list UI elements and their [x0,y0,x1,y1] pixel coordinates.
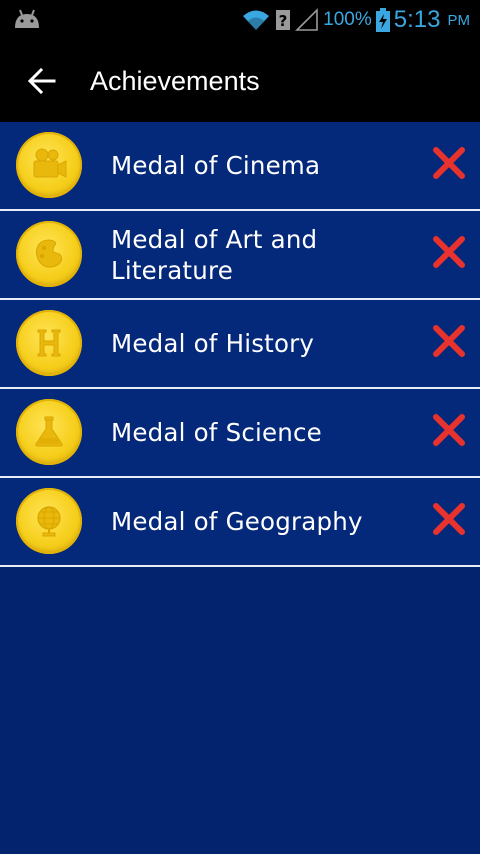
clock-time: 5:13 [393,6,441,33]
achievement-label: Medal of Geography [111,507,363,536]
status-bar: ? 100% 5:13 PM [0,0,480,40]
achievement-label: Medal of Science [111,418,322,447]
clock-ampm: PM [447,11,471,29]
battery-percentage: 100% [323,9,372,30]
globe-icon [37,506,61,537]
medal [16,221,82,287]
palette-icon [36,239,62,268]
achievement-label: Medal of History [111,329,315,358]
list-item[interactable]: Medal of Art and Literature [0,211,480,300]
battery-charging-icon [375,8,390,32]
close-icon [433,414,465,446]
list-item[interactable]: Medal of History [0,300,480,389]
status-right: ? 100% 5:13 PM [241,0,470,40]
list-item[interactable]: Medal of Science [0,389,480,478]
flask-icon [35,416,63,447]
back-button[interactable] [18,57,66,105]
close-icon [433,503,465,535]
achievement-label: Medal of Art and Literature [111,224,318,285]
arrow-left-icon [28,68,56,94]
list-item[interactable]: Medal of Cinema [0,122,480,211]
android-icon [15,9,39,28]
list-item[interactable]: Medal of Geography [0,478,480,567]
svg-text:?: ? [279,12,288,30]
achievement-list: Medal of Cinema Medal of Art and Literat… [0,122,480,567]
wifi-icon [243,10,270,30]
unknown-sim-icon: ? [276,10,291,30]
film-camera-icon [33,148,67,178]
close-icon [433,236,465,268]
signal-icon [295,8,318,31]
achievement-label: Medal of Cinema [111,151,321,180]
medal [16,399,82,465]
page-title: Achievements [90,65,260,96]
medal [16,488,82,554]
close-icon [433,325,465,357]
close-icon [433,147,465,179]
app-bar: Achievements [0,40,480,122]
medal [16,132,82,198]
medal [16,310,82,376]
letter-h-icon [37,329,61,357]
